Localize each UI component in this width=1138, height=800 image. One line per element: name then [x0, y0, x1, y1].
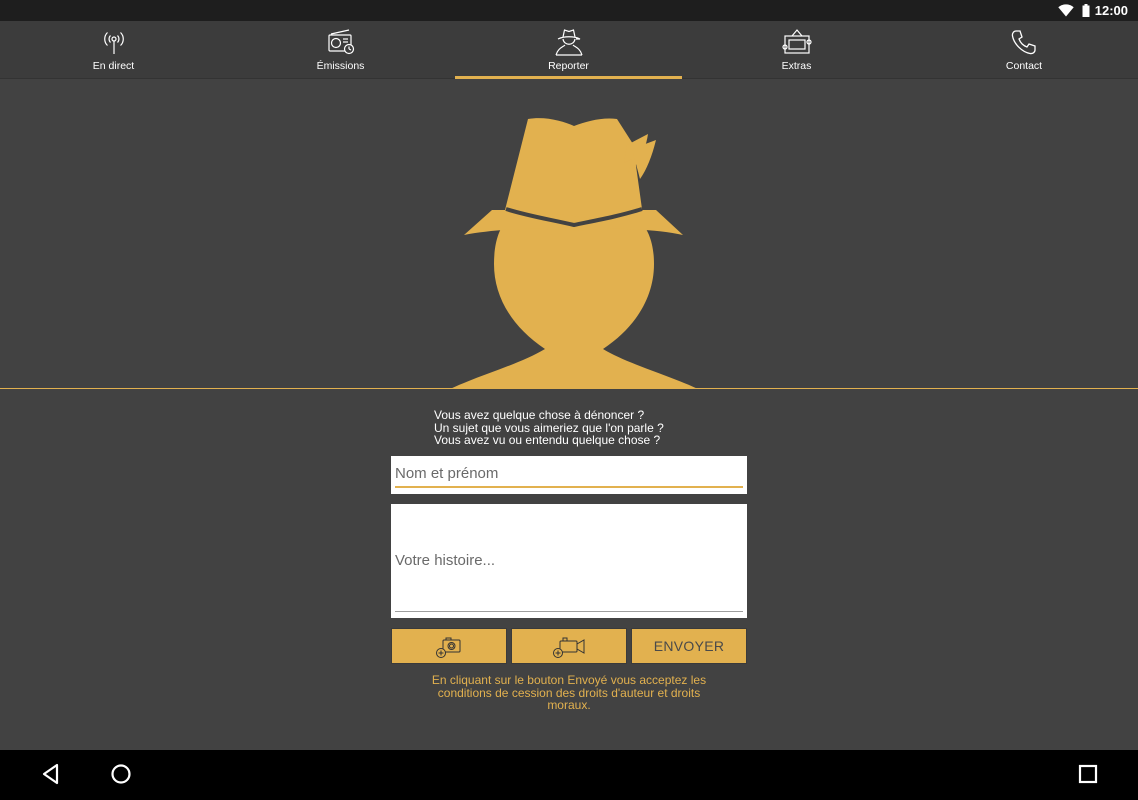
antenna-icon — [103, 32, 124, 54]
add-photo-button[interactable] — [391, 628, 507, 664]
send-button[interactable]: ENVOYER — [631, 628, 747, 664]
story-field-container — [391, 504, 747, 618]
tab-bar: En direct Émissions Reporter Extras Cont… — [0, 21, 1138, 79]
tab-label: En direct — [92, 60, 135, 72]
tab-emissions[interactable]: Émissions — [227, 21, 454, 79]
reporter-illustration-icon — [450, 118, 698, 389]
home-icon[interactable] — [109, 762, 133, 786]
name-field-container — [391, 456, 747, 494]
tab-extras[interactable]: Extras — [683, 21, 910, 79]
tab-label: Émissions — [316, 60, 365, 72]
tab-reporter[interactable]: Reporter — [455, 21, 682, 79]
wifi-icon — [1058, 4, 1074, 17]
terms-line: En cliquant sur le bouton Envoyé vous ac… — [431, 673, 707, 687]
ticket-icon — [781, 29, 812, 54]
add-video-button[interactable] — [511, 628, 627, 664]
intro-line: Vous avez quelque chose à dénoncer ? — [434, 408, 645, 422]
tab-contact[interactable]: Contact — [910, 21, 1138, 79]
tab-label: Contact — [1005, 60, 1043, 72]
story-textarea[interactable] — [395, 552, 740, 576]
intro-line: Vous avez vu ou entendu quelque chose ? — [434, 433, 661, 447]
add-video-icon — [553, 637, 585, 658]
name-input-underline — [395, 486, 743, 488]
status-time: 12:00 — [1094, 3, 1128, 18]
tab-en-direct[interactable]: En direct — [0, 21, 227, 79]
terms-line: moraux. — [547, 698, 591, 712]
phone-icon — [1011, 30, 1036, 55]
back-icon[interactable] — [40, 762, 62, 786]
reporter-icon — [554, 29, 583, 56]
terms-text: En cliquant sur le bouton Envoyé vous ac… — [400, 674, 738, 712]
intro-text: Vous avez quelque chose à dénoncer ? Un … — [434, 409, 734, 447]
story-input-underline — [395, 611, 743, 612]
system-nav-bar — [0, 750, 1138, 800]
name-input[interactable] — [395, 465, 740, 482]
add-photo-icon — [436, 637, 461, 658]
hero-divider — [0, 388, 1138, 389]
radio-icon — [327, 29, 354, 55]
battery-icon — [1082, 4, 1090, 17]
status-bar: 12:00 — [0, 0, 1138, 21]
tab-label: Reporter — [548, 60, 589, 72]
reporter-hero — [0, 79, 1138, 389]
recents-icon[interactable] — [1077, 762, 1099, 786]
tab-label: Extras — [781, 60, 812, 72]
